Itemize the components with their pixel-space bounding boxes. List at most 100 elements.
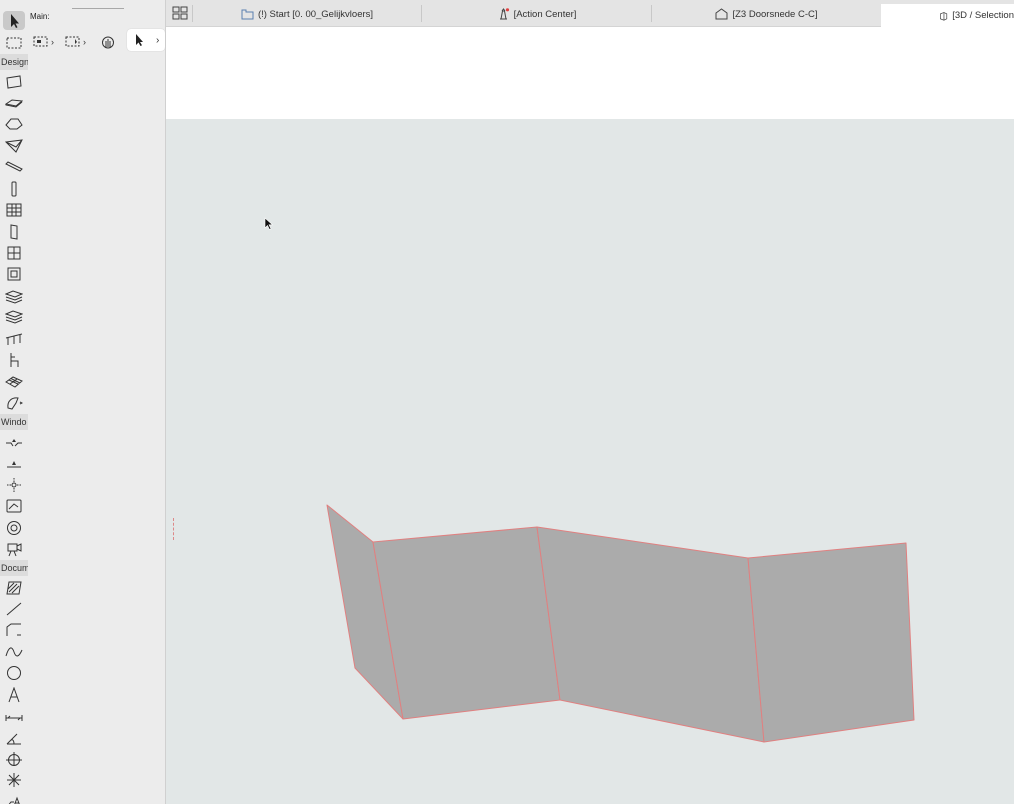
wall-segment-3[interactable] [536,526,765,743]
view-header-area [166,27,1014,119]
arrow-tool[interactable] [3,11,25,30]
section-label-window[interactable]: Windo [0,414,28,430]
chevron-right-icon: › [83,37,86,47]
tab-section-z3[interactable]: [Z3 Doorsnede C-C] [652,5,881,23]
stair-icon [5,289,23,304]
tab-label: [Action Center] [513,8,577,20]
section-icon [715,8,728,20]
tab-3d-selection[interactable]: [3D / Selection [881,4,1014,27]
rotate-tool-button[interactable] [100,33,116,51]
window-tool[interactable] [3,243,25,262]
marquee-geometry-button[interactable]: › [65,33,86,51]
column-tool[interactable] [3,179,25,198]
hotspot-icon [7,772,21,787]
chair-icon [10,352,19,367]
mesh-tool[interactable] [3,372,25,391]
circle-icon [7,665,21,680]
wall-segment-2[interactable] [372,526,561,720]
polyline-tool[interactable] [3,620,25,639]
tab-action-center[interactable]: [Action Center] [422,5,651,23]
camera-tool[interactable] [3,539,25,558]
roof-tool[interactable] [3,114,25,133]
3d-window-icon [940,11,948,21]
selection-method-button[interactable]: › [33,33,54,51]
rotate-hand-icon [102,36,114,49]
wall-icon [6,74,22,89]
worksheet-tool[interactable] [3,496,25,515]
section-label-design[interactable]: Design [0,54,28,70]
archicad-window: Design Windo Docum Main: › › › (!) Start… [0,0,1014,804]
tab-label: [3D / Selection [952,10,1014,21]
wall-segment-4[interactable] [747,542,915,743]
level-dimension-tool[interactable] [3,432,25,451]
main-label: Main: [30,12,50,21]
curtain-wall-tool[interactable] [3,200,25,219]
polyline-icon [6,623,21,636]
skylight-icon [7,267,21,280]
door-tool[interactable] [3,222,25,241]
dimension-tool[interactable] [3,706,25,725]
detail-icon [7,520,21,535]
3d-viewport[interactable] [166,119,1014,804]
object-tool[interactable] [3,350,25,369]
line-icon [6,602,22,615]
tab-label: (!) Start [0. 00_Gelijkvloers] [257,8,374,20]
label-tool[interactable] [3,791,25,804]
tab-overview-icon[interactable] [172,6,188,21]
elevation-icon [7,460,21,467]
viewport-splitter-handle[interactable] [173,518,175,540]
floor-plan-icon [241,9,254,20]
tab-bar: (!) Start [0. 00_Gelijkvloers] [Action C… [166,0,1014,27]
fill-icon [6,581,22,594]
info-box: Main: › › › [28,0,166,804]
curtain-wall-icon [6,203,22,216]
roof-icon [5,118,23,129]
dimension-icon [5,714,23,721]
wall-tool[interactable] [3,72,25,91]
cursor-mode-button[interactable]: › [127,29,165,51]
marquee-rect-icon [33,36,48,47]
section-label-document[interactable]: Docum [0,560,28,576]
fill-tool[interactable] [3,578,25,597]
hotspot-tool[interactable] [3,770,25,789]
toolbox: Design Windo Docum [0,0,28,804]
stair-2-tool[interactable] [3,307,25,326]
radial-dimension-tool[interactable] [3,749,25,768]
camera-icon [7,542,22,556]
worksheet-icon [6,499,22,512]
stair-tool[interactable] [3,286,25,305]
text-tool[interactable] [3,685,25,704]
skylight-tool[interactable] [3,264,25,283]
railing-icon [5,333,23,345]
grid-element-icon [7,477,21,492]
beam-tool[interactable] [3,157,25,176]
line-tool[interactable] [3,599,25,618]
level-dimension-icon [6,438,22,446]
door-icon [10,223,18,240]
tab-start-floor-plan[interactable]: (!) Start [0. 00_Gelijkvloers] [193,5,421,23]
chevron-right-icon: › [51,37,54,47]
grid-element-tool[interactable] [3,475,25,494]
morph-icon [7,396,23,410]
morph-tool[interactable] [3,393,25,412]
circle-tool[interactable] [3,663,25,682]
window-icon [7,246,21,259]
label-icon [8,796,20,804]
3d-model-canvas[interactable] [166,119,1014,804]
angle-dimension-tool[interactable] [3,728,25,747]
mouse-cursor-icon [264,217,274,230]
shell-tool[interactable] [3,136,25,155]
shell-icon [5,138,23,153]
arrow-icon [135,34,143,46]
railing-tool[interactable] [3,329,25,348]
lighthouse-icon [499,8,509,20]
chevron-right-icon: › [155,34,160,46]
elevation-dimension-tool[interactable] [3,453,25,472]
beam-icon [5,160,23,172]
arrow-icon [11,13,19,28]
marquee-tool[interactable] [3,33,25,52]
slab-tool[interactable] [3,93,25,112]
drag-handle[interactable] [72,8,124,9]
spline-tool[interactable] [3,642,25,661]
detail-tool[interactable] [3,518,25,537]
